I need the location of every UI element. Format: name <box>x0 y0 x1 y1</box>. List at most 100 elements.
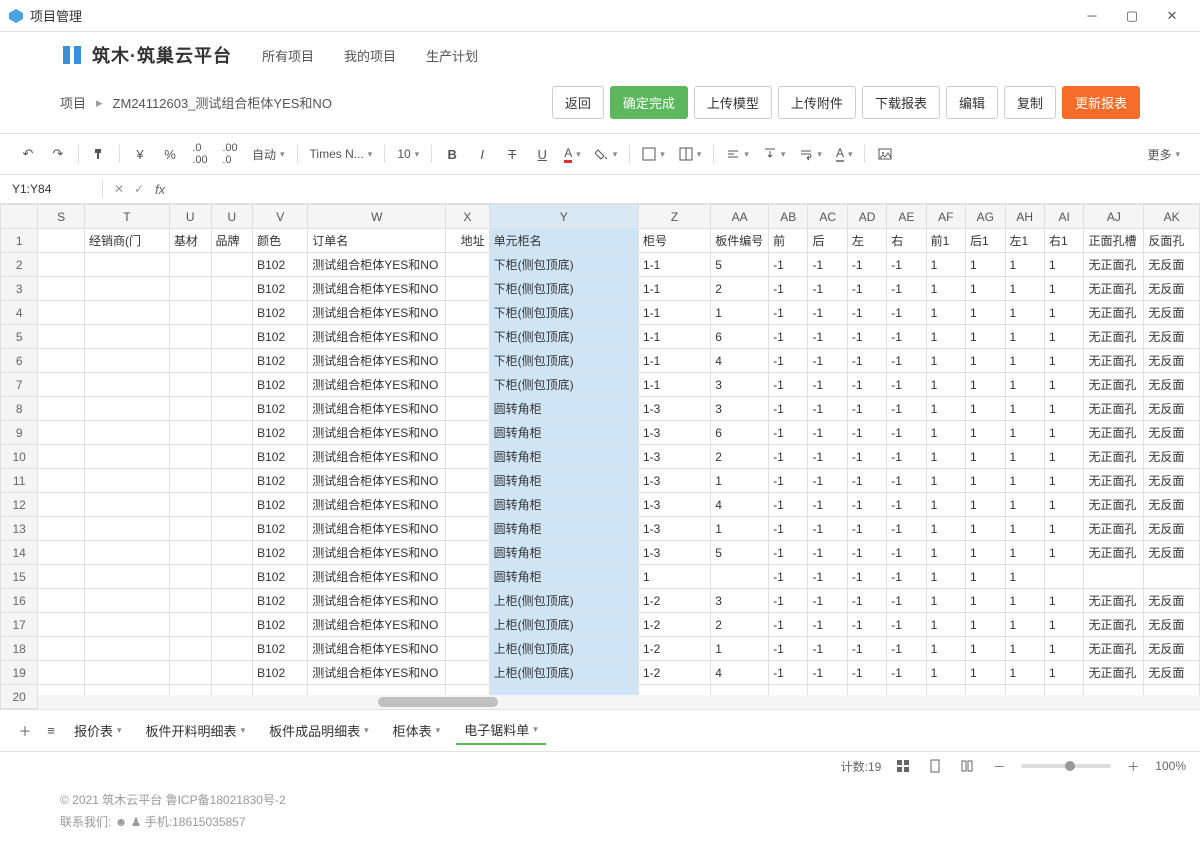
cell[interactable]: 1 <box>966 661 1005 685</box>
cell[interactable]: -1 <box>847 589 886 613</box>
cell[interactable] <box>446 373 490 397</box>
cell[interactable]: 1 <box>966 301 1005 325</box>
cell[interactable] <box>38 565 85 589</box>
cell[interactable] <box>84 589 169 613</box>
cell[interactable]: 无正面孔 <box>1084 493 1144 517</box>
cell[interactable]: 无反面 <box>1144 373 1200 397</box>
cell[interactable]: 1 <box>926 397 965 421</box>
cell[interactable]: 无反面 <box>1144 541 1200 565</box>
row-header-5[interactable]: 5 <box>1 325 38 349</box>
cell[interactable] <box>211 349 253 373</box>
cell[interactable]: B102 <box>253 421 308 445</box>
cell[interactable]: 1 <box>1005 301 1044 325</box>
cell[interactable]: 4 <box>711 349 769 373</box>
cell[interactable]: 测试组合柜体YES和NO <box>308 421 446 445</box>
cell[interactable] <box>169 469 211 493</box>
cell[interactable]: 1 <box>1044 397 1083 421</box>
cell-header[interactable]: 正面孔槽 <box>1084 229 1144 253</box>
cell[interactable]: -1 <box>887 541 926 565</box>
cell[interactable]: 无反面 <box>1144 253 1200 277</box>
cell[interactable]: -1 <box>887 301 926 325</box>
cell[interactable]: 测试组合柜体YES和NO <box>308 373 446 397</box>
cell[interactable]: 1 <box>926 253 965 277</box>
cell[interactable] <box>211 565 253 589</box>
cell[interactable] <box>38 613 85 637</box>
cell[interactable]: 1 <box>926 493 965 517</box>
cell[interactable] <box>84 301 169 325</box>
cell[interactable]: -1 <box>847 349 886 373</box>
zoom-in-button[interactable]: ＋ <box>1123 756 1143 776</box>
cell[interactable]: 1-2 <box>638 613 710 637</box>
cell[interactable]: 1 <box>1005 373 1044 397</box>
cell[interactable] <box>169 397 211 421</box>
cell[interactable]: 3 <box>711 397 769 421</box>
col-header-U[interactable]: U <box>211 205 253 229</box>
grid-corner[interactable] <box>1 205 38 229</box>
col-header-T[interactable]: T <box>84 205 169 229</box>
cell[interactable] <box>446 589 490 613</box>
cell[interactable] <box>211 637 253 661</box>
col-header-AH[interactable]: AH <box>1005 205 1044 229</box>
cell[interactable]: 圆转角柜 <box>489 493 638 517</box>
cell[interactable] <box>38 373 85 397</box>
cell[interactable]: 1 <box>711 517 769 541</box>
qq-icon[interactable]: ♟ <box>131 815 142 829</box>
cell[interactable]: 测试组合柜体YES和NO <box>308 541 446 565</box>
cell[interactable]: 1 <box>1044 637 1083 661</box>
cell[interactable]: 1 <box>1044 325 1083 349</box>
cell[interactable]: 无正面孔 <box>1084 421 1144 445</box>
cell[interactable]: 1 <box>1005 661 1044 685</box>
cell[interactable]: 1 <box>1005 445 1044 469</box>
cell[interactable]: 1 <box>1005 541 1044 565</box>
cell[interactable]: 1 <box>1005 613 1044 637</box>
currency-button[interactable]: ¥ <box>126 140 154 168</box>
wechat-icon[interactable]: ☻ <box>115 815 128 829</box>
row-header-20[interactable]: 20 <box>1 685 38 709</box>
strikethrough-button[interactable]: T <box>498 140 526 168</box>
cell[interactable]: 1 <box>966 373 1005 397</box>
window-minimize-button[interactable]: ─ <box>1072 2 1112 30</box>
cell[interactable]: 无反面 <box>1144 325 1200 349</box>
cell[interactable] <box>446 421 490 445</box>
cell[interactable]: 无反面 <box>1144 517 1200 541</box>
cell[interactable]: 1-1 <box>638 301 710 325</box>
cell-header[interactable]: 颜色 <box>253 229 308 253</box>
cell[interactable]: 无正面孔 <box>1084 445 1144 469</box>
more-options-button[interactable]: 更多▾ <box>1141 140 1186 168</box>
row-header-15[interactable]: 15 <box>1 565 38 589</box>
cell[interactable] <box>84 397 169 421</box>
cell[interactable]: 1 <box>926 517 965 541</box>
cell[interactable]: 无反面 <box>1144 637 1200 661</box>
cell[interactable]: -1 <box>847 541 886 565</box>
cell[interactable]: 1 <box>1005 565 1044 589</box>
cell[interactable]: 1 <box>966 589 1005 613</box>
cell[interactable] <box>38 469 85 493</box>
cell[interactable] <box>446 277 490 301</box>
row-header-2[interactable]: 2 <box>1 253 38 277</box>
cell[interactable] <box>211 541 253 565</box>
cell[interactable] <box>38 349 85 373</box>
back-button[interactable]: 返回 <box>552 86 604 119</box>
cell-header[interactable]: 品牌 <box>211 229 253 253</box>
cell[interactable]: 无正面孔 <box>1084 301 1144 325</box>
font-family-select[interactable]: Times N...▾ <box>304 140 379 168</box>
cell[interactable]: 5 <box>711 541 769 565</box>
cell[interactable] <box>38 421 85 445</box>
row-header-10[interactable]: 10 <box>1 445 38 469</box>
horizontal-align-button[interactable]: ▾ <box>720 140 755 168</box>
cell[interactable]: -1 <box>769 373 808 397</box>
cell[interactable]: -1 <box>847 661 886 685</box>
cell[interactable]: 无正面孔 <box>1084 637 1144 661</box>
freeze-button[interactable]: A▾ <box>830 140 859 168</box>
cell[interactable] <box>38 397 85 421</box>
sheet-tab-0[interactable]: 报价表▾ <box>66 716 130 745</box>
cell[interactable] <box>38 517 85 541</box>
cell[interactable]: 下柜(侧包顶底) <box>489 277 638 301</box>
cell[interactable]: 1 <box>1005 325 1044 349</box>
cell[interactable]: 1 <box>926 637 965 661</box>
col-header-AJ[interactable]: AJ <box>1084 205 1144 229</box>
col-header-AA[interactable]: AA <box>711 205 769 229</box>
window-close-button[interactable]: ✕ <box>1152 2 1192 30</box>
cell[interactable]: 无正面孔 <box>1084 661 1144 685</box>
cell[interactable]: 4 <box>711 493 769 517</box>
